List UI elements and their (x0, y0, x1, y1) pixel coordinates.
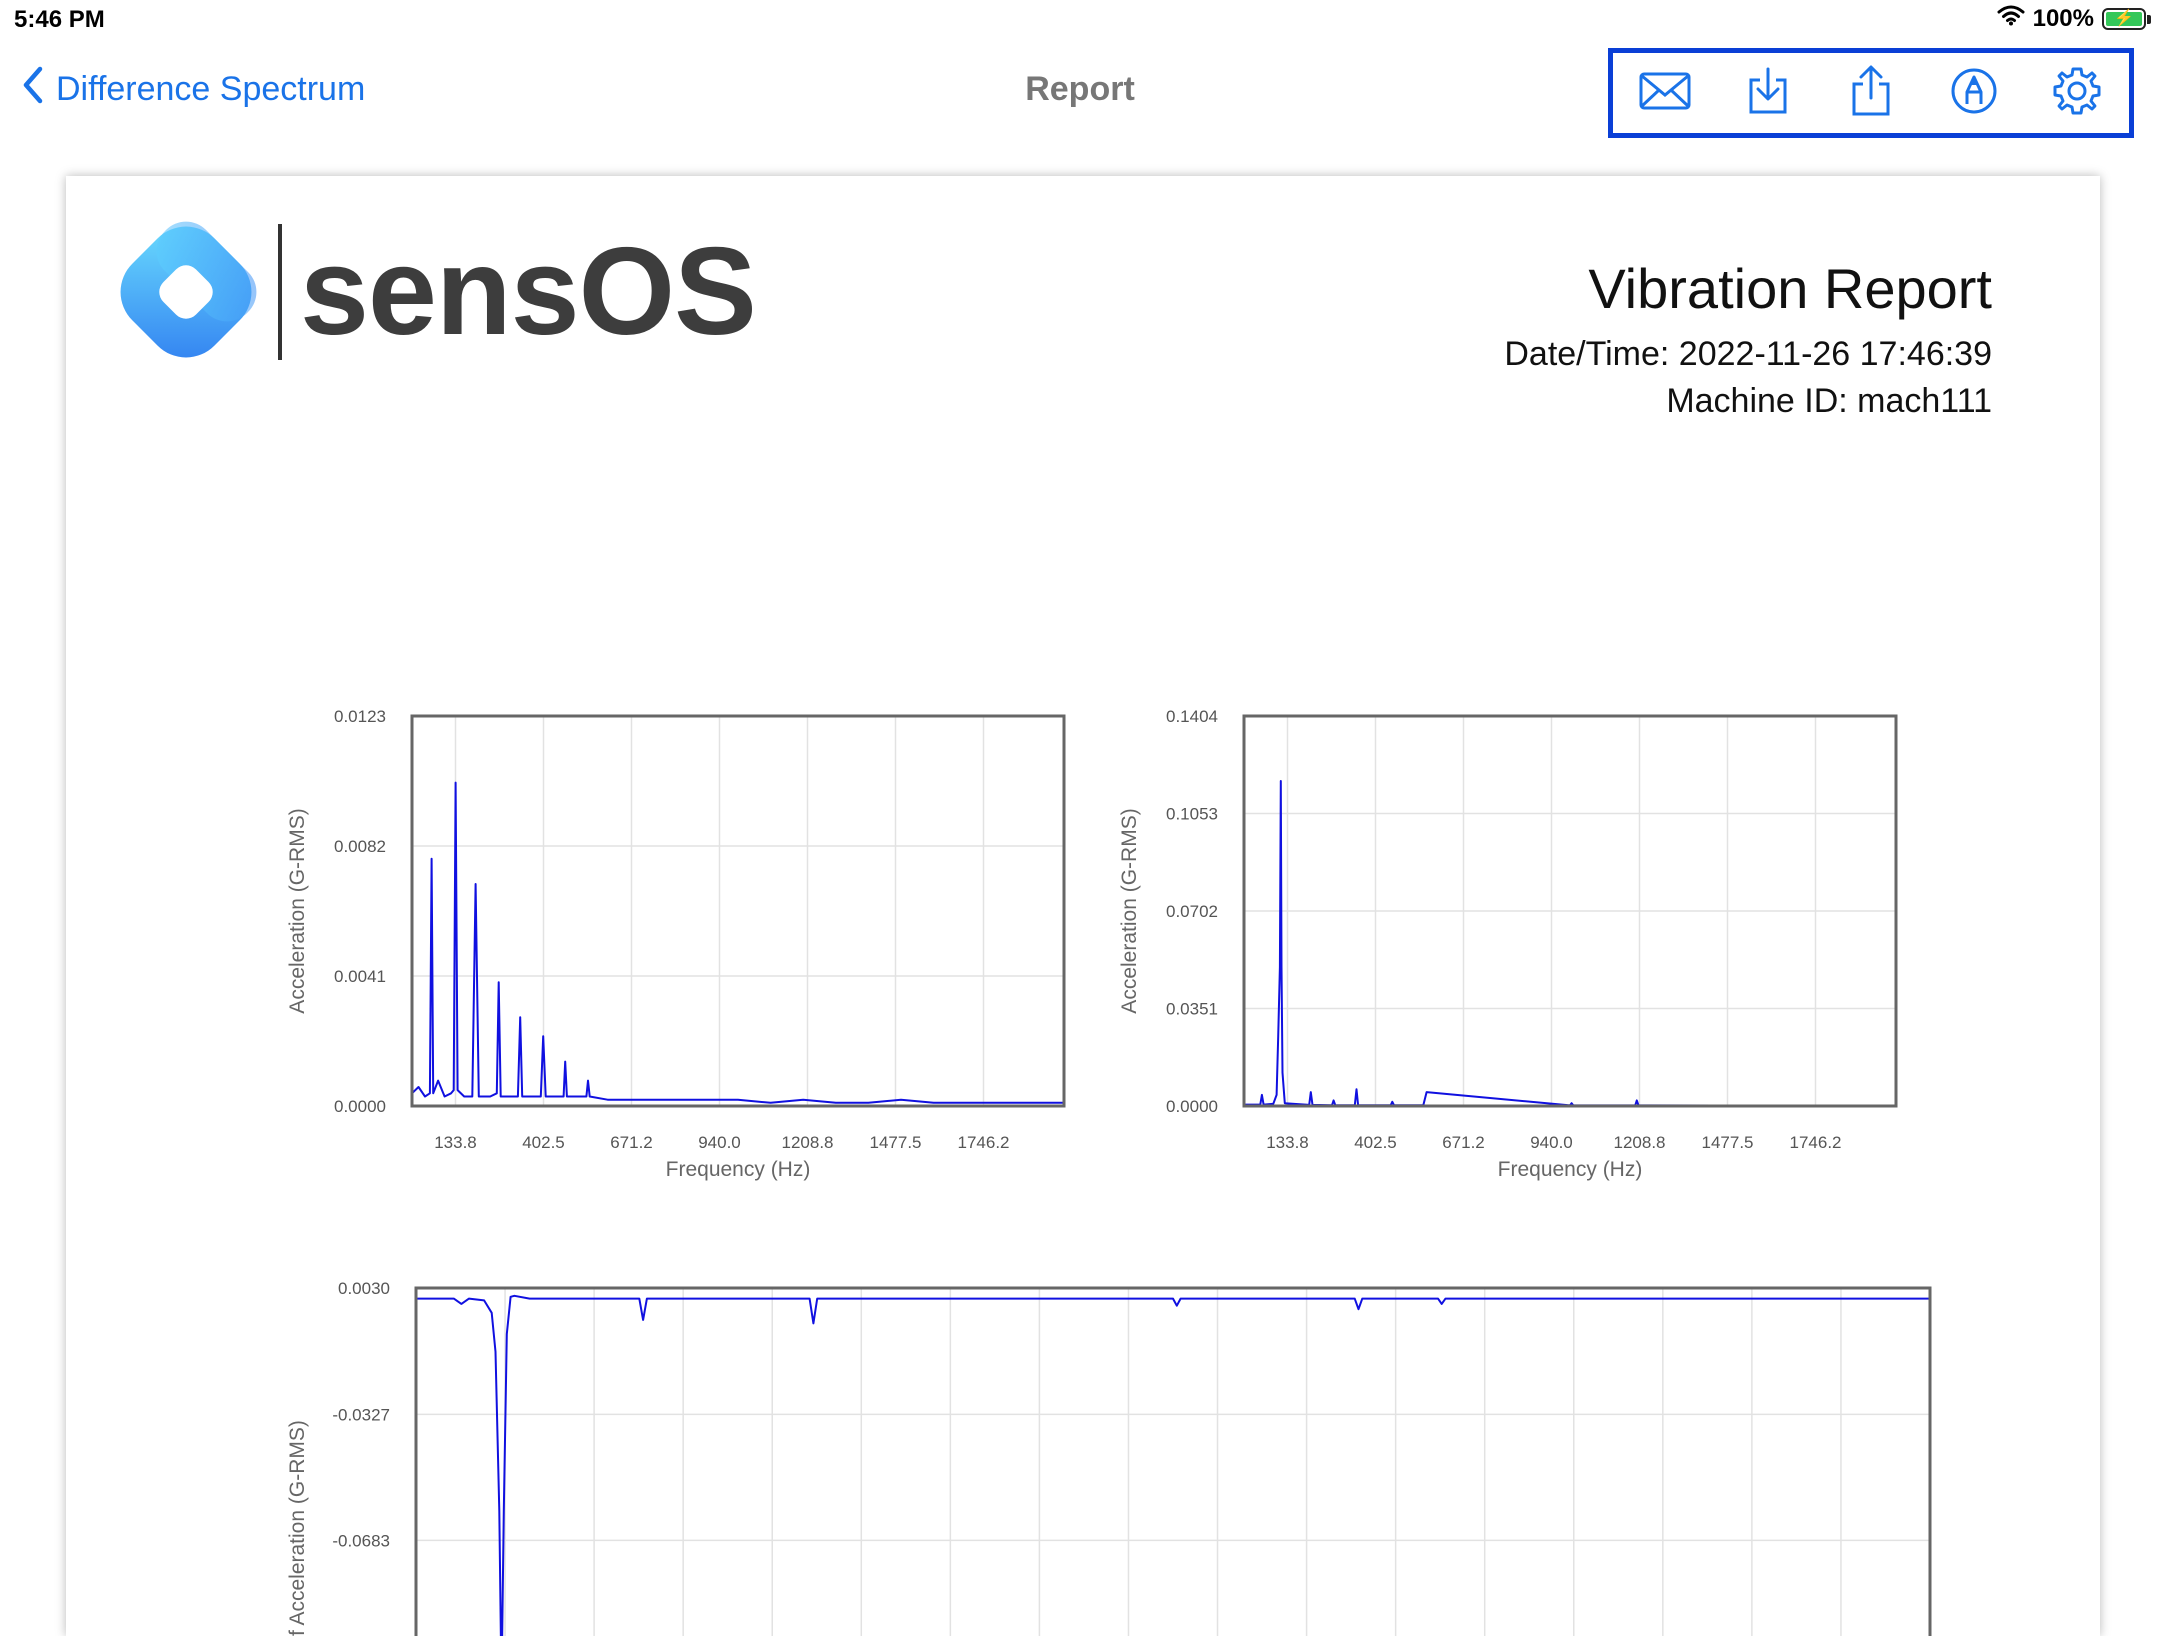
share-button[interactable] (1841, 63, 1901, 123)
battery-percent: 100% (2032, 4, 2094, 32)
spectrum-chart-1: 0.0000 0.0041 0.0082 0.0123 133.8 402.5 671.2 9… (210, 706, 1070, 1211)
series-line (1244, 780, 1896, 1107)
y-tick-label: 0.0041 (334, 967, 386, 986)
y-tick-label: 0.0351 (1166, 1000, 1218, 1019)
markup-icon (1949, 66, 1999, 121)
spectrum-chart-2-svg: 0.0000 0.0351 0.0702 0.1053 0.1404 133.8 402.5… (1118, 707, 1898, 1181)
x-tick-label: 940.0 (1530, 1133, 1573, 1152)
wifi-icon (1997, 4, 2025, 33)
x-tick-label: 671.2 (1442, 1133, 1485, 1152)
x-tick-label: 1208.8 (1614, 1133, 1666, 1152)
series-line (411, 781, 1064, 1104)
settings-button[interactable] (2047, 63, 2107, 123)
toolbar (1608, 48, 2134, 138)
y-tick-label: -0.0327 (332, 1405, 390, 1424)
x-tick-label: 1746.2 (958, 1133, 1010, 1152)
report-title: Vibration Report (1588, 257, 1992, 320)
x-tick-label: 1746.2 (1790, 1133, 1842, 1152)
x-tick-label: 1477.5 (1702, 1133, 1754, 1152)
series-line (416, 1294, 1930, 1636)
report-page: sensOS Vibration Report Date/Time: 2022-… (66, 176, 2100, 1636)
y-tick-label: 0.0000 (334, 1097, 386, 1116)
markup-button[interactable] (1944, 63, 2004, 123)
x-axis-label: Frequency (Hz) (1498, 1158, 1643, 1181)
brand-logo: sensOS (114, 220, 757, 364)
y-tick-label: 0.1404 (1166, 707, 1218, 726)
y-tick-label: 0.0702 (1166, 902, 1218, 921)
x-axis-label: Frequency (Hz) (666, 1158, 811, 1181)
y-axis-label: Dif Acceleration (G-RMS) (286, 1420, 309, 1636)
spectrum-chart-1-svg: 0.0000 0.0041 0.0082 0.0123 133.8 402.5 671.2 9… (286, 707, 1066, 1181)
y-axis-label: Acceleration (G-RMS) (286, 808, 309, 1013)
difference-spectrum-chart-svg: 0.0030-0.0327-0.0683-0.1040Dif Accelerat… (286, 1279, 1932, 1636)
report-header: Vibration Report Date/Time: 2022-11-26 1… (1504, 256, 1992, 421)
download-button[interactable] (1738, 63, 1798, 123)
y-tick-label: 0.0000 (1166, 1097, 1218, 1116)
spectrum-chart-2: 0.0000 0.0351 0.0702 0.1053 0.1404 133.8 402.5… (1042, 706, 1902, 1211)
share-icon (1849, 64, 1893, 123)
x-tick-label: 133.8 (434, 1133, 477, 1152)
x-tick-label: 402.5 (1354, 1133, 1397, 1152)
y-tick-label: 0.1053 (1166, 805, 1218, 824)
plot-frame (410, 714, 1066, 1108)
y-tick-label: -0.0683 (332, 1531, 390, 1550)
download-icon (1746, 66, 1790, 121)
status-time: 5:46 PM (14, 6, 105, 33)
logo-divider (278, 224, 282, 360)
mail-icon (1639, 71, 1691, 116)
brand-name: sensOS (300, 223, 757, 361)
y-tick-label: 0.0082 (334, 837, 386, 856)
report-machine-id: Machine ID: mach111 (1666, 382, 1992, 420)
plot-frame (414, 1286, 1932, 1636)
gear-icon (2051, 65, 2103, 122)
mail-button[interactable] (1635, 63, 1695, 123)
x-tick-label: 402.5 (522, 1133, 565, 1152)
x-tick-label: 1477.5 (870, 1133, 922, 1152)
y-tick-label: 0.0123 (334, 707, 386, 726)
report-datetime: Date/Time: 2022-11-26 17:46:39 (1504, 335, 1992, 373)
x-tick-label: 940.0 (698, 1133, 741, 1152)
x-tick-label: 671.2 (610, 1133, 653, 1152)
x-tick-label: 1208.8 (782, 1133, 834, 1152)
x-tick-label: 133.8 (1266, 1133, 1309, 1152)
logo-mark-icon (114, 220, 258, 364)
status-indicators: 100% ⚡ (1997, 4, 2151, 33)
battery-icon: ⚡ (2102, 7, 2151, 30)
y-axis-label: Acceleration (G-RMS) (1118, 808, 1141, 1013)
difference-spectrum-chart: 0.0030-0.0327-0.0683-0.1040Dif Accelerat… (210, 1278, 1950, 1636)
y-tick-label: 0.0030 (338, 1279, 390, 1298)
